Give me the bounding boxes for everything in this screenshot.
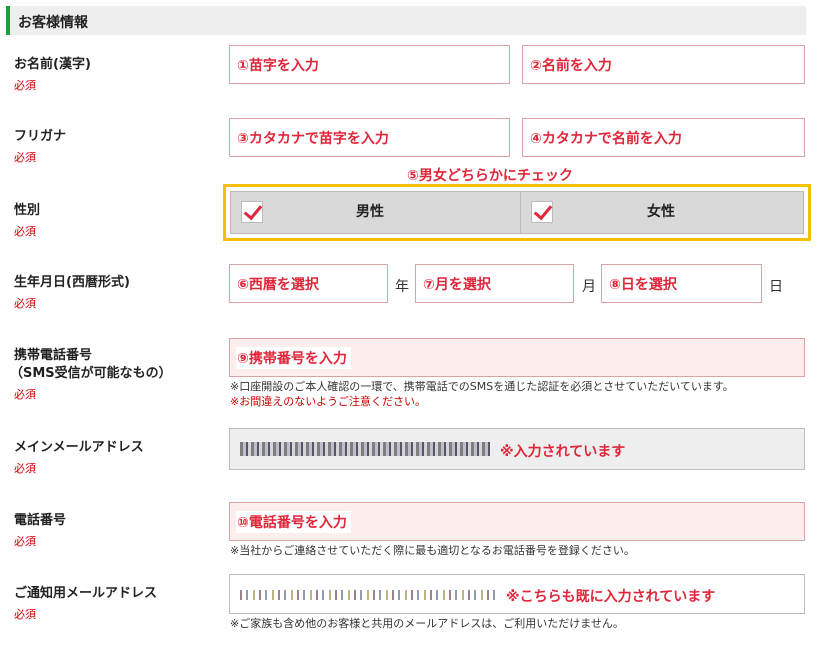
- required-badge: 必須: [14, 79, 36, 92]
- notify-email-input[interactable]: ※こちらも既に入力されています: [229, 574, 805, 614]
- birth-year-placeholder: ⑥西暦を選択: [236, 272, 323, 295]
- first-name-kanji-placeholder: ②名前を入力: [529, 53, 616, 76]
- gender-hint: ⑤男女どちらかにチェック: [407, 168, 573, 184]
- furigana-label: フリガナ: [14, 129, 67, 144]
- male-label: 男性: [356, 204, 384, 220]
- male-checkbox[interactable]: [241, 201, 263, 223]
- last-name-kana-placeholder: ③カタカナで苗字を入力: [236, 126, 393, 149]
- notify-email-note: ※こちらも既に入力されています: [506, 589, 716, 605]
- birth-day-placeholder: ⑧日を選択: [608, 272, 681, 295]
- main-email-label: メインメールアドレス: [14, 440, 144, 455]
- required-badge: 必須: [14, 151, 36, 164]
- notify-email-help-text: ※ご家族も含め他のお客様と共用のメールアドレスは、ご利用いただけません。: [230, 617, 624, 630]
- birth-month-placeholder: ⑦月を選択: [422, 272, 495, 295]
- mobile-label-sub: （SMS受信が可能なもの）: [10, 366, 172, 381]
- mobile-number-input[interactable]: ⑨携帯番号を入力: [229, 338, 805, 377]
- mobile-label: 携帯電話番号: [14, 348, 93, 363]
- gender-selector: 男性 女性: [223, 184, 811, 241]
- birthdate-label: 生年月日(西暦形式): [14, 275, 130, 290]
- first-name-kana-placeholder: ④カタカナで名前を入力: [529, 126, 686, 149]
- required-badge: 必須: [14, 535, 36, 548]
- female-checkbox[interactable]: [531, 201, 553, 223]
- mobile-help-text: ※口座開設のご本人確認の一環で、携帯電話でのSMSを通じた認証を必須とさせていた…: [230, 380, 734, 393]
- required-badge: 必須: [14, 297, 36, 310]
- required-badge: 必須: [14, 388, 36, 401]
- day-unit: 日: [769, 279, 783, 295]
- phone-number-input[interactable]: ⑩電話番号を入力: [229, 502, 805, 541]
- phone-label: 電話番号: [14, 513, 67, 528]
- year-unit: 年: [395, 279, 409, 295]
- birth-month-select[interactable]: ⑦月を選択: [415, 264, 574, 303]
- mobile-number-placeholder: ⑨携帯番号を入力: [236, 346, 351, 369]
- gender-option-male[interactable]: 男性: [231, 192, 520, 233]
- month-unit: 月: [582, 279, 596, 295]
- section-title: お客様情報: [18, 15, 88, 31]
- name-kanji-label: お名前(漢字): [14, 57, 91, 72]
- phone-number-placeholder: ⑩電話番号を入力: [236, 510, 351, 533]
- redacted-email-value: [240, 442, 490, 456]
- phone-help-text: ※当社からご連絡させていただく際に最も適切となるお電話番号を登録ください。: [230, 544, 635, 557]
- birth-year-select[interactable]: ⑥西暦を選択: [229, 264, 388, 303]
- redacted-notify-email-value: [240, 590, 500, 600]
- section-header: お客様情報: [6, 6, 806, 35]
- main-email-note: ※入力されています: [500, 444, 626, 460]
- required-badge: 必須: [14, 225, 36, 238]
- first-name-kana-input[interactable]: ④カタカナで名前を入力: [522, 118, 805, 157]
- required-badge: 必須: [14, 462, 36, 475]
- gender-label: 性別: [14, 203, 41, 218]
- female-label: 女性: [647, 204, 675, 220]
- required-badge: 必須: [14, 608, 36, 621]
- gender-options: 男性 女性: [230, 191, 804, 234]
- last-name-kanji-input[interactable]: ①苗字を入力: [229, 45, 510, 84]
- last-name-kana-input[interactable]: ③カタカナで苗字を入力: [229, 118, 510, 157]
- mobile-warning-text: ※お間違えのないようご注意ください。: [230, 395, 426, 408]
- last-name-kanji-placeholder: ①苗字を入力: [236, 53, 323, 76]
- gender-option-female[interactable]: 女性: [521, 192, 803, 233]
- birth-day-select[interactable]: ⑧日を選択: [601, 264, 762, 303]
- notify-email-label: ご通知用メールアドレス: [14, 586, 158, 601]
- main-email-input[interactable]: ※入力されています: [229, 428, 805, 470]
- first-name-kanji-input[interactable]: ②名前を入力: [522, 45, 805, 84]
